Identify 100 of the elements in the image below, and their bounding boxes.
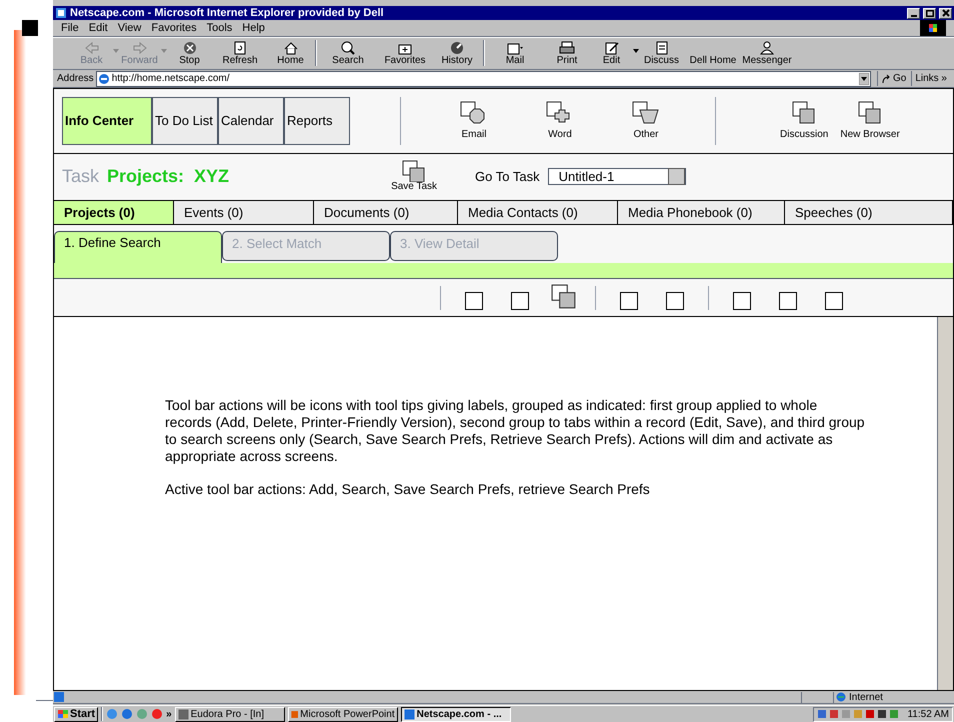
window-title: Netscape.com - Microsoft Internet Explorer provided by Dell	[70, 8, 385, 18]
menu-item[interactable]: Tools	[206, 20, 232, 36]
toolbar-action-button[interactable]	[511, 292, 529, 310]
close-button[interactable]	[939, 8, 952, 18]
save-task-button[interactable]: Save Task	[391, 160, 438, 192]
toolbar-separator	[440, 286, 441, 310]
square-trapezoid-icon	[632, 100, 660, 124]
taskbar-button[interactable]: Netscape.com - ...	[400, 706, 511, 722]
address-field[interactable]: http://home.netscape.com/	[96, 70, 871, 86]
record-tab[interactable]: Speeches (0)	[785, 201, 953, 224]
nav-tab[interactable]: To Do List	[152, 97, 218, 145]
nav-tab[interactable]: Reports	[284, 97, 350, 145]
taskbar-button[interactable]: Eudora Pro - [In]	[174, 706, 285, 722]
menu-item[interactable]: Favorites	[151, 20, 197, 36]
toolbar-button[interactable]: Mail	[487, 41, 543, 67]
maximize-button[interactable]	[923, 8, 936, 18]
close-icon	[942, 9, 950, 17]
toolbar-button[interactable]: Search	[319, 41, 377, 67]
record-tab[interactable]: Media Contacts (0)	[458, 201, 618, 224]
toolbar-separator	[595, 286, 596, 310]
toolbar-action-button[interactable]	[620, 292, 638, 310]
more-button[interactable]: »	[166, 706, 172, 722]
tray-icon	[817, 709, 828, 719]
toolbar-button[interactable]: Stop	[167, 41, 212, 67]
toolbar-separator	[708, 286, 709, 310]
toolbar-button[interactable]: Messenger	[742, 41, 792, 67]
toolbar-button[interactable]: Discuss	[639, 41, 684, 67]
windows-logo-icon	[920, 20, 946, 36]
toolbar-button[interactable]: History	[433, 41, 481, 67]
go-button[interactable]: Go	[876, 71, 910, 86]
toolbar-action-button[interactable]	[825, 292, 843, 310]
dropdown-button-icon	[668, 168, 685, 185]
toolbar-action-button[interactable]	[551, 284, 577, 310]
stop-icon	[182, 41, 198, 55]
stacked-squares-icon	[858, 100, 882, 124]
project-title: Projects: XYZ	[107, 165, 230, 188]
links-button[interactable]: Links »	[911, 71, 950, 86]
stacked-squares-icon	[551, 284, 577, 310]
menu-item[interactable]: View	[118, 20, 142, 36]
tray-icon	[829, 709, 840, 719]
arrow-icon	[880, 74, 891, 84]
toolbar-button[interactable]: Edit	[591, 41, 639, 67]
stacked-squares-icon	[792, 100, 816, 124]
menu-item[interactable]: Help	[242, 20, 265, 36]
window-button[interactable]: New Browser	[838, 100, 902, 142]
tray-icon	[853, 709, 864, 719]
maximize-icon	[926, 10, 934, 16]
toolbar-action-button[interactable]	[779, 292, 797, 310]
nav-tab[interactable]: Info Center	[62, 97, 152, 145]
toolbar-button[interactable]: Refresh	[212, 41, 268, 67]
printer-icon	[559, 41, 575, 55]
right-arrow-icon	[132, 41, 148, 55]
go-to-task-label: Go To Task	[475, 168, 540, 186]
toolbar-action-button[interactable]	[733, 292, 751, 310]
person-icon	[759, 41, 775, 55]
decoration-square	[22, 20, 38, 36]
tray-icon	[889, 709, 900, 719]
left-arrow-icon	[84, 41, 100, 55]
toolbar-button[interactable]: Favorites	[377, 41, 433, 67]
search-icon	[340, 41, 356, 55]
menu-item[interactable]: File	[61, 20, 79, 36]
menu-item[interactable]: Edit	[88, 20, 108, 36]
minimize-button[interactable]	[907, 8, 920, 18]
record-tab[interactable]: Projects (0)	[54, 201, 174, 224]
decoration-line	[36, 700, 53, 701]
clock: 11:52 AM	[907, 708, 949, 722]
create-button[interactable]: Other	[613, 100, 679, 142]
create-button[interactable]: Email	[441, 100, 507, 142]
toolbar-button[interactable]: Print	[543, 41, 591, 67]
document-icon	[654, 41, 670, 55]
toolbar-action-button[interactable]	[465, 292, 483, 310]
record-tab[interactable]: Events (0)	[174, 201, 314, 224]
app-icon	[404, 708, 415, 720]
windows-logo-icon	[57, 708, 69, 720]
task-label: Task	[62, 165, 100, 188]
app-icon	[178, 708, 189, 720]
record-tab[interactable]: Documents (0)	[314, 201, 458, 224]
create-button[interactable]: Word	[527, 100, 593, 142]
note-paragraph: Tool bar actions will be icons with tool tips giving labels, grouped as indicated: first group applied to whole records (Add, Delete, Printer-Friendly Version), second group to tabs within a record (Edit, Save), and third group to search screens only (Search, Save Search Prefs, Retrieve Search Prefs). Actions will dim and activate as appropriate across screens.	[165, 397, 866, 465]
envelope-icon	[507, 41, 523, 55]
start-button[interactable]: Start	[54, 706, 98, 722]
note-paragraph: Active tool bar actions: Add, Search, Save Search Prefs, retrieve Search Prefs	[165, 481, 651, 498]
window-button[interactable]: Discussion	[778, 100, 830, 142]
dropdown-arrow-icon	[858, 72, 869, 84]
minimize-icon	[910, 14, 916, 16]
tray-icon	[877, 709, 888, 719]
tray-icon	[865, 709, 876, 719]
go-to-task-field[interactable]: Untitled-1	[548, 168, 686, 185]
toolbar-button[interactable]: Home	[268, 41, 313, 67]
home-icon	[282, 41, 298, 55]
nav-tab[interactable]: Calendar	[218, 97, 284, 145]
toolbar-action-button[interactable]	[666, 292, 684, 310]
taskbar-button[interactable]: Microsoft PowerPoint	[288, 706, 398, 722]
record-tab[interactable]: Media Phonebook (0)	[618, 201, 785, 224]
zone-label: Internet	[849, 690, 883, 704]
step-tab[interactable]: 1. Define Search	[54, 231, 222, 263]
toolbar-button[interactable]: Dell Home	[684, 55, 742, 67]
tray-icon	[841, 709, 852, 719]
pencil-icon	[604, 41, 620, 55]
app-icon	[290, 708, 298, 720]
